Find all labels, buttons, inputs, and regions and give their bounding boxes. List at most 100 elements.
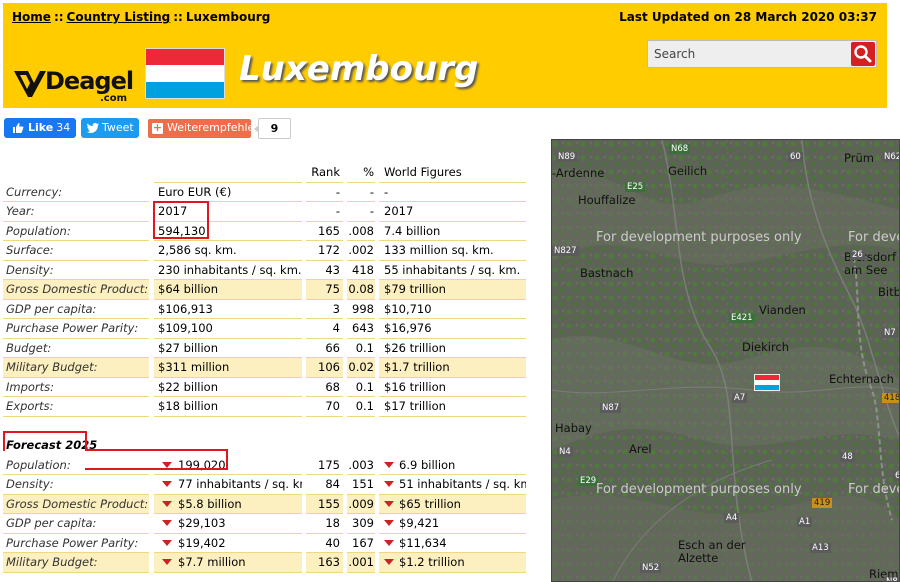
- row-rank: 68: [306, 378, 343, 397]
- share-label: Weiterempfehlen: [167, 121, 262, 134]
- row-label: Year:: [3, 202, 149, 222]
- row-label: Imports:: [3, 378, 149, 397]
- row-label: Purchase Power Parity:: [3, 534, 149, 553]
- share-button[interactable]: + Weiterempfehlen: [148, 119, 261, 138]
- table-row: Currency: Euro EUR (€) - - -: [3, 183, 526, 202]
- row-world: $11,634: [379, 534, 526, 553]
- row-world-text: $11,634: [399, 535, 447, 550]
- table-row: Gross Domestic Product: $64 billion 75 0…: [3, 280, 526, 300]
- decrease-arrow-icon: [162, 539, 172, 546]
- country-title: Luxembourg: [239, 49, 479, 89]
- map-place-label: Bitbu: [878, 285, 899, 299]
- decrease-arrow-icon: [384, 481, 394, 487]
- breadcrumb-home-link[interactable]: Home: [12, 10, 51, 24]
- map-road-label: N89: [556, 152, 578, 162]
- row-rank: 18: [306, 514, 343, 534]
- row-value: $5.8 billion: [154, 494, 302, 514]
- map-road-label: E25: [625, 182, 646, 192]
- table-row: GDP per capita: $106,913 3 998 $10,710: [3, 300, 526, 319]
- row-rank: 175: [306, 456, 343, 475]
- breadcrumb-current: Luxembourg: [185, 10, 271, 24]
- header-rank: Rank: [306, 163, 343, 183]
- highlight-box-forecast-population: [85, 449, 228, 470]
- plus-icon: +: [152, 121, 163, 134]
- search-box: [647, 40, 877, 68]
- row-rank: 84: [306, 475, 343, 495]
- row-world: 2017: [379, 202, 526, 222]
- row-value: 77 inhabitants / sq. km.: [154, 475, 302, 495]
- row-rank: 70: [306, 397, 343, 417]
- map-place-label: -Ardenne: [552, 166, 605, 180]
- row-rank: 155: [306, 494, 343, 514]
- row-world: $16,976: [379, 319, 526, 339]
- row-world: -: [379, 183, 526, 202]
- breadcrumb: Home:: Country Listing:: Luxembourg: [12, 10, 270, 24]
- map-road-label: N68: [669, 144, 691, 154]
- row-world: $1.7 trillion: [379, 358, 526, 378]
- map-road-label: A13: [810, 543, 831, 553]
- map-place-label: Houffalize: [578, 193, 636, 207]
- flag-stripe-blue: [146, 81, 224, 98]
- decrease-arrow-icon: [384, 539, 394, 546]
- row-rank: 165: [306, 222, 343, 241]
- map-road-label: E421: [729, 313, 755, 323]
- row-percent: 643: [347, 319, 375, 339]
- highlight-box-forecast-title: [3, 431, 87, 451]
- row-percent: .002: [347, 241, 375, 261]
- country-map[interactable]: Geilich Prüm -Ardenne Houffalize Bastnac…: [551, 139, 900, 582]
- breadcrumb-separator: ::: [53, 10, 64, 24]
- map-road-label: 419: [812, 498, 833, 508]
- row-value: $29,103: [154, 514, 302, 534]
- decrease-arrow-icon: [162, 500, 172, 507]
- map-road-label: A1: [797, 517, 813, 527]
- highlight-box-forecast-connector: [85, 431, 87, 451]
- tweet-button[interactable]: Tweet: [81, 118, 139, 138]
- map-place-label: Vianden: [759, 303, 806, 317]
- decrease-arrow-icon: [162, 559, 172, 565]
- row-value: $109,100: [154, 319, 302, 339]
- row-percent: 998: [347, 300, 375, 319]
- row-rank: 163: [306, 553, 343, 573]
- table-header-row: Rank % World Figures: [3, 163, 526, 183]
- map-flag-marker[interactable]: [754, 374, 780, 391]
- row-world: $65 trillion: [379, 494, 526, 514]
- table-row: Density: 77 inhabitants / sq. km. 84 151…: [3, 475, 526, 495]
- row-world-text: $1.2 trillion: [399, 555, 465, 569]
- map-road-label: 60: [788, 152, 803, 162]
- deagel-logo[interactable]: Deagel .com: [14, 67, 134, 104]
- highlight-box-forecast-left: [3, 431, 5, 433]
- table-row: Military Budget: $311 million 106 0.02 $…: [3, 358, 526, 378]
- search-input[interactable]: [648, 41, 852, 67]
- country-figures-table: Rank % World Figures Currency: Euro EUR …: [3, 163, 526, 573]
- search-button[interactable]: [851, 42, 875, 66]
- row-value-text: $29,103: [178, 516, 226, 530]
- row-world: 6.9 billion: [379, 456, 526, 475]
- map-road-label: 6: [893, 471, 899, 481]
- row-value: $27 billion: [154, 339, 302, 358]
- row-value: 230 inhabitants / sq. km.: [154, 261, 302, 280]
- breadcrumb-country-listing-link[interactable]: Country Listing: [67, 10, 171, 24]
- decrease-arrow-icon: [384, 559, 394, 565]
- table-row: Surface: 2,586 sq. km. 172 .002 133 mill…: [3, 241, 526, 261]
- decrease-arrow-icon: [162, 481, 172, 487]
- row-rank: 172: [306, 241, 343, 261]
- map-road-label: N87: [600, 403, 622, 413]
- row-world: $16 trillion: [379, 378, 526, 397]
- row-rank: -: [306, 202, 343, 222]
- decrease-arrow-icon: [384, 500, 394, 507]
- facebook-like-button[interactable]: Like 34: [4, 118, 76, 138]
- like-label: Like: [28, 121, 54, 134]
- map-place-label: Echternach: [829, 372, 894, 386]
- table-row: Purchase Power Parity: $109,100 4 643 $1…: [3, 319, 526, 339]
- row-value-text: $5.8 billion: [178, 496, 242, 511]
- thumbs-up-icon: [13, 123, 24, 133]
- row-percent: 0.1: [347, 339, 375, 358]
- row-label: Density:: [3, 475, 149, 495]
- row-world-text: 6.9 billion: [399, 457, 456, 472]
- table-row: Budget: $27 billion 66 0.1 $26 trillion: [3, 339, 526, 358]
- map-road-label: A7: [732, 393, 748, 403]
- table-row: Population: 594,130 165 .008 7.4 billion: [3, 222, 526, 241]
- row-percent: 418: [347, 261, 375, 280]
- decrease-arrow-icon: [162, 520, 172, 526]
- map-place-label: Geilich: [668, 164, 708, 178]
